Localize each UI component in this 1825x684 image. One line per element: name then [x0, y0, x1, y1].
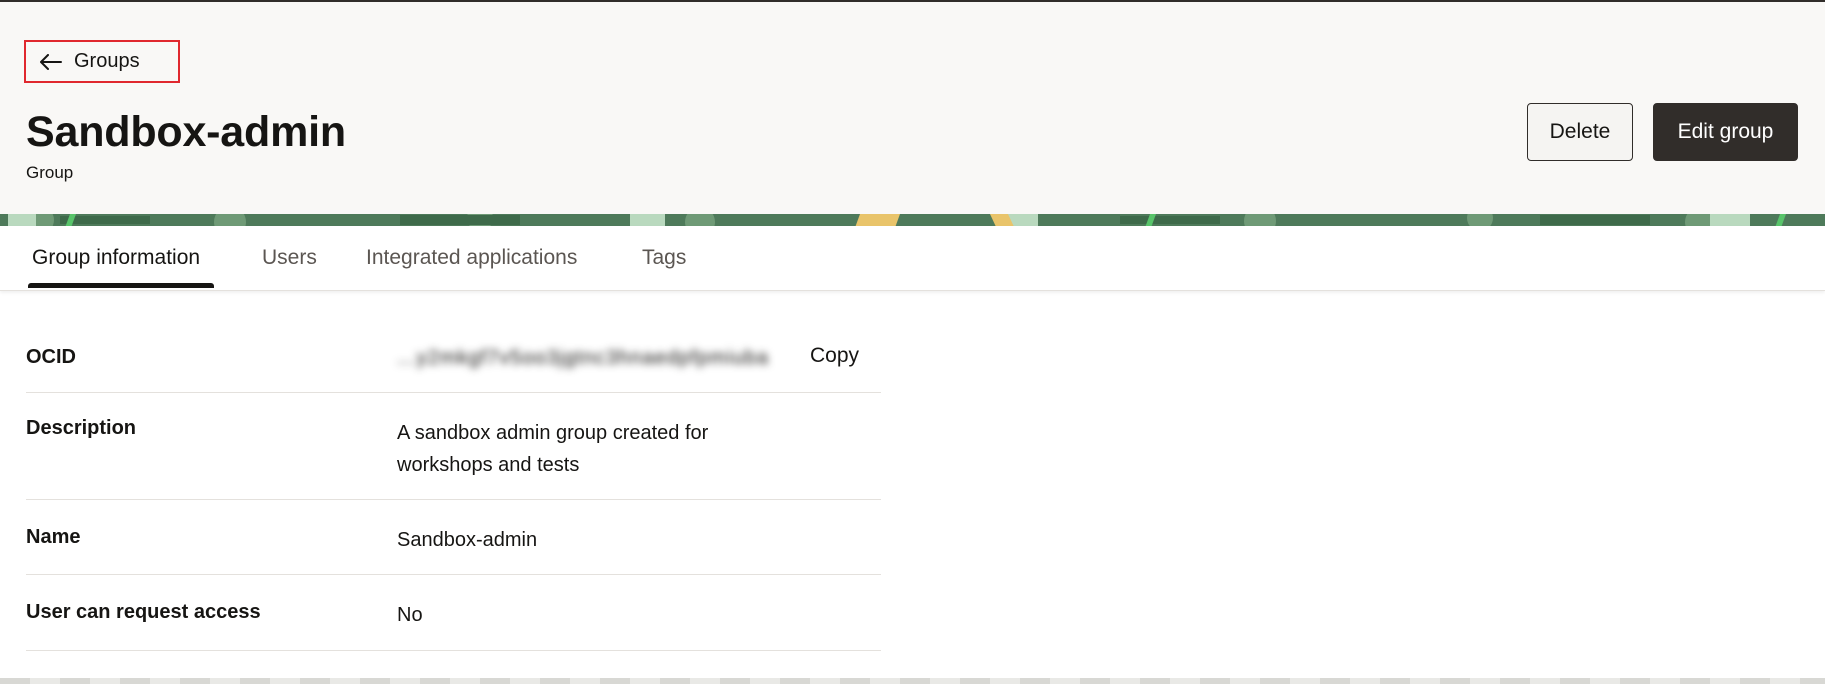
active-tab-indicator [28, 283, 214, 288]
name-value: Sandbox-admin [397, 529, 538, 551]
page-title: Sandbox-admin [26, 108, 346, 156]
back-link-label: Groups [74, 50, 140, 72]
description-value-line2: workshops and tests [397, 454, 580, 476]
group-details: OCID ...y2mkgf7v5oo3jgtnc3hnaedpfpmiuba … [26, 320, 881, 651]
tab-users[interactable]: Users [258, 246, 321, 288]
page-subtitle: Group [26, 163, 74, 182]
bottom-decorative-strip [0, 678, 1825, 684]
tab-integrated-applications[interactable]: Integrated applications [362, 246, 581, 288]
tab-tags[interactable]: Tags [638, 246, 690, 288]
ocid-label: OCID [26, 346, 76, 368]
decorative-banner [0, 214, 1825, 226]
ocid-value: ...y2mkgf7v5oo3jgtnc3hnaedpfpmiuba [397, 347, 770, 369]
arrow-left-icon [40, 53, 62, 70]
delete-button[interactable]: Delete [1527, 103, 1633, 161]
detail-row-ocid: OCID ...y2mkgf7v5oo3jgtnc3hnaedpfpmiuba … [26, 320, 881, 393]
tab-group-information[interactable]: Group information [28, 246, 204, 288]
description-label: Description [26, 417, 137, 439]
name-label: Name [26, 526, 81, 548]
copy-ocid-button[interactable]: Copy [810, 344, 859, 368]
page-header: Groups Sandbox-admin Group Delete Edit g… [0, 2, 1825, 215]
detail-row-name: Name Sandbox-admin [26, 500, 881, 575]
detail-row-description: Description A sandbox admin group create… [26, 393, 881, 500]
detail-row-request-access: User can request access No [26, 575, 881, 651]
description-value-line1: A sandbox admin group created for [397, 422, 709, 444]
tab-bar: Group information Users Integrated appli… [0, 226, 1825, 291]
request-access-label: User can request access [26, 601, 261, 623]
request-access-value: No [397, 604, 423, 626]
back-to-groups-link[interactable]: Groups [24, 40, 180, 83]
edit-group-button[interactable]: Edit group [1653, 103, 1798, 161]
